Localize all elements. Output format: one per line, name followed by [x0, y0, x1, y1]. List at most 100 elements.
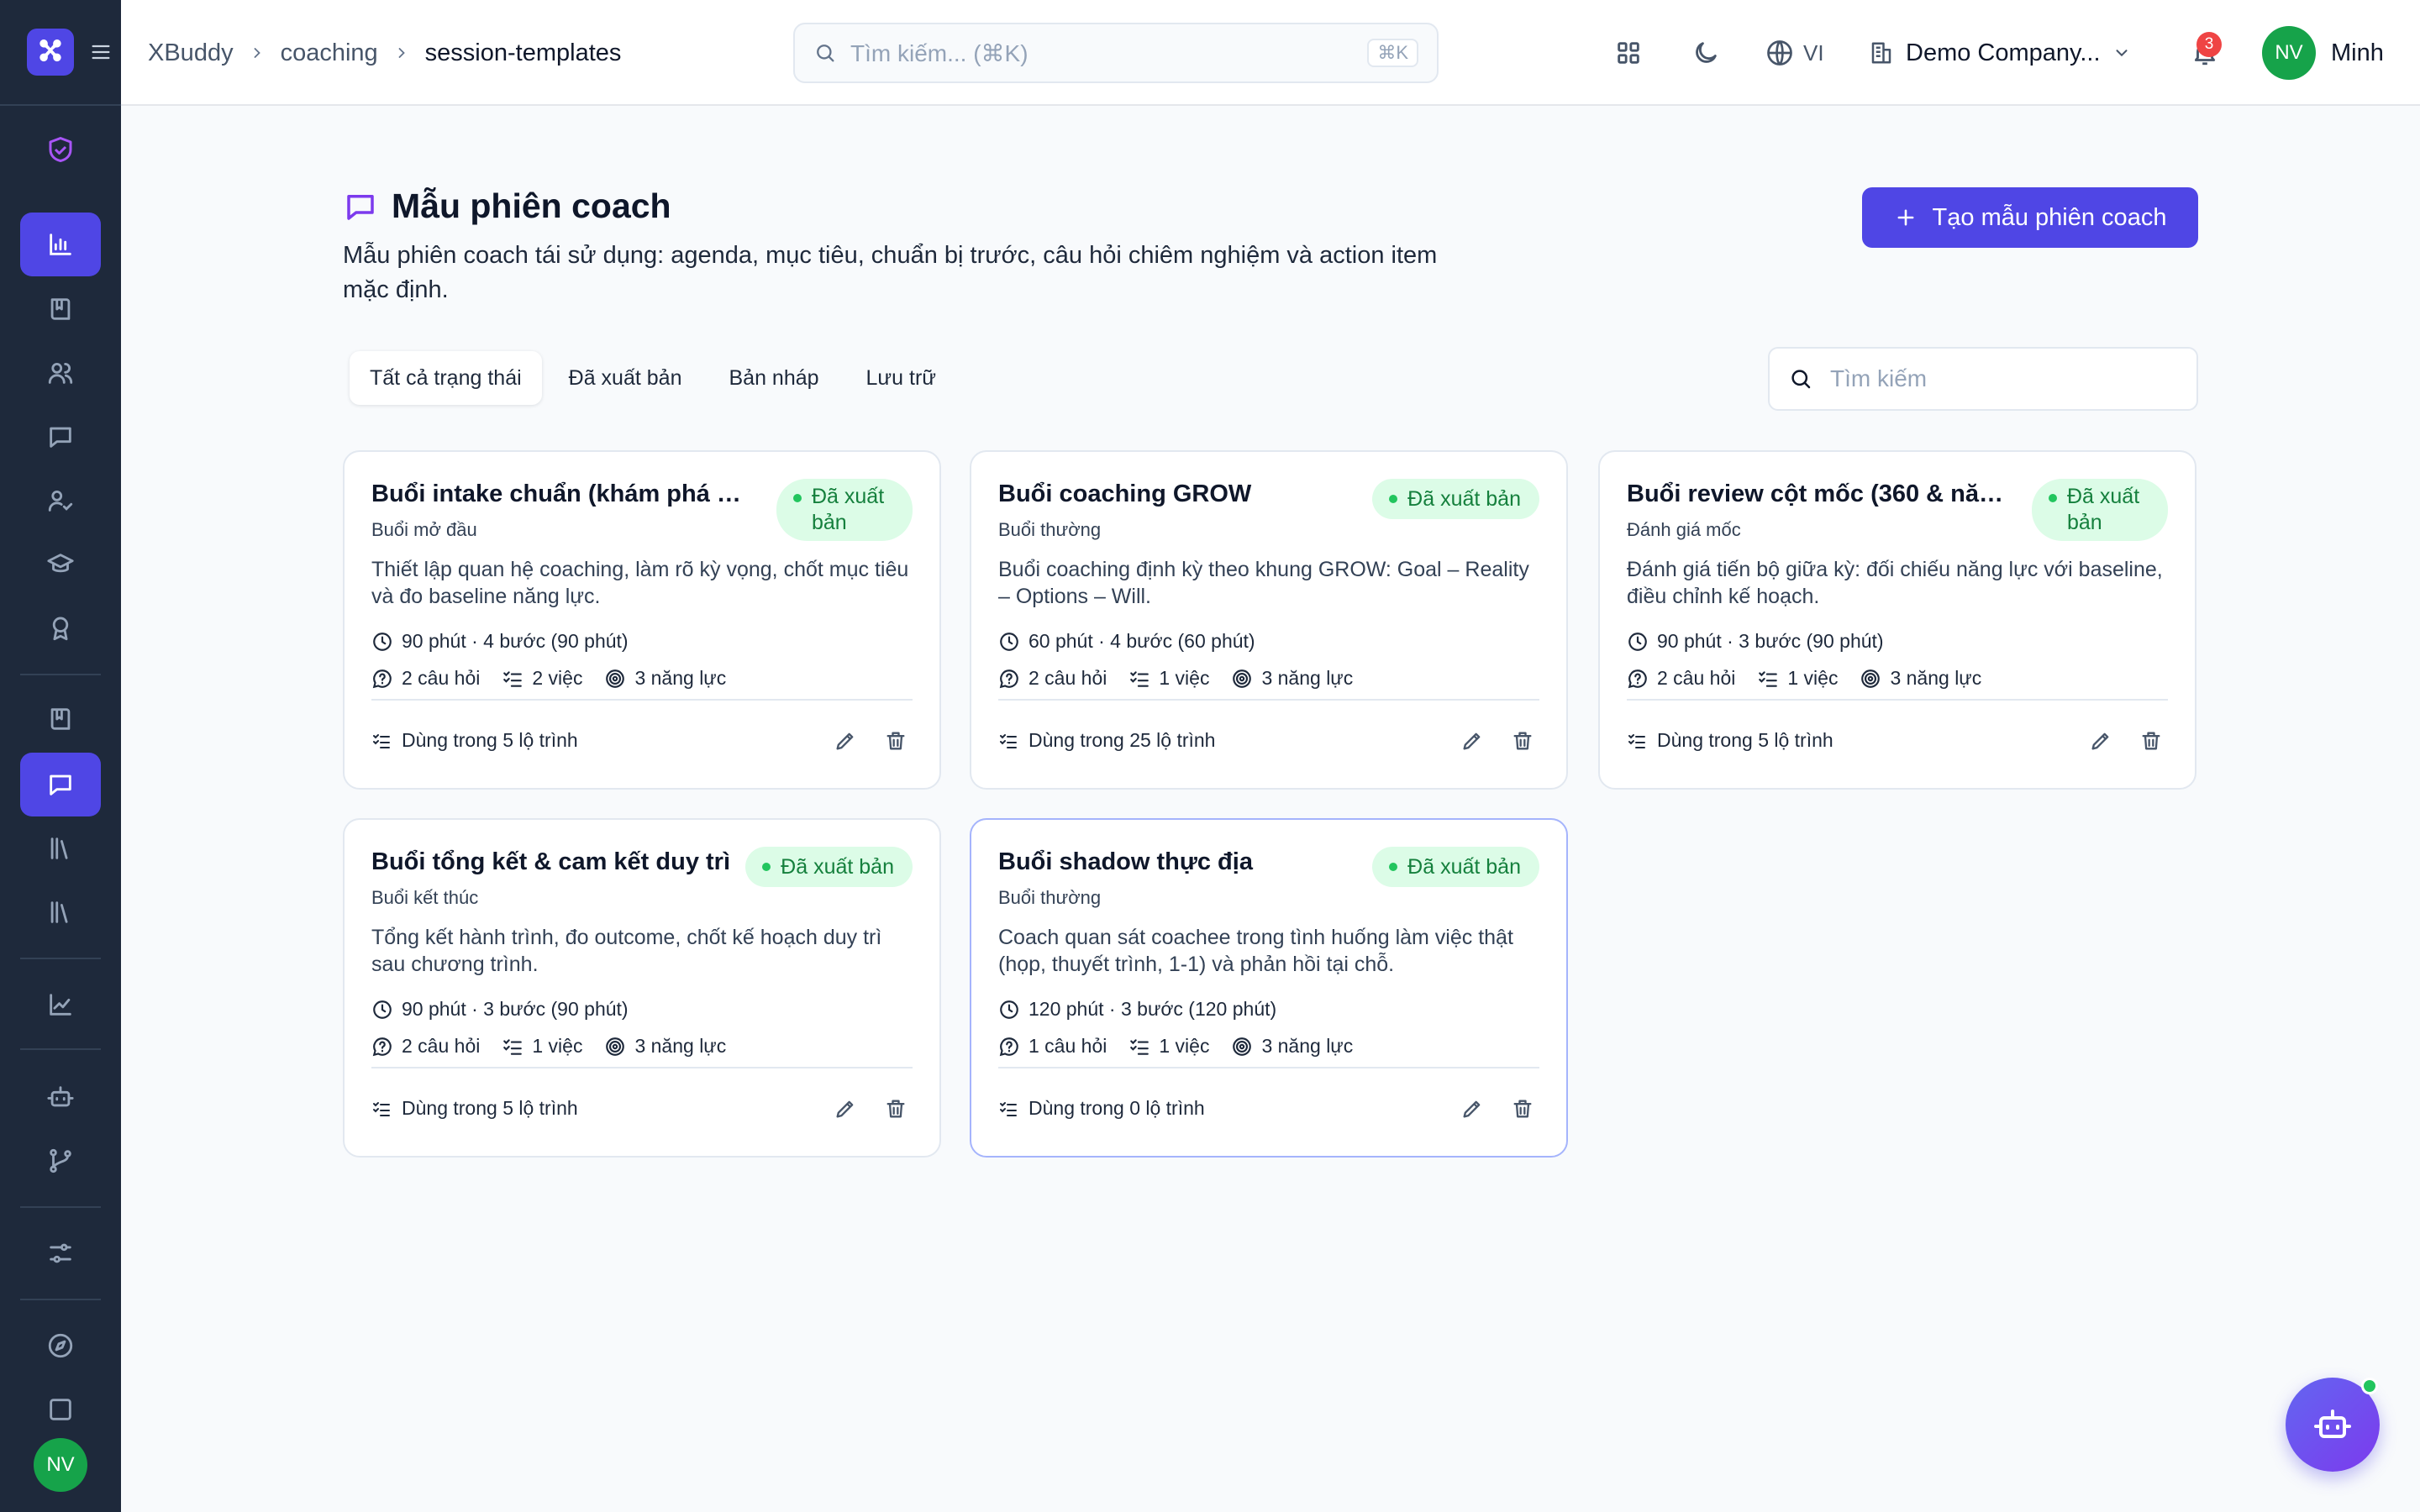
sidebar-item-messages[interactable] — [20, 405, 101, 469]
search-icon — [817, 45, 834, 62]
sidebar-item-awards[interactable] — [20, 596, 101, 660]
template-search-input[interactable]: Tìm kiếm — [1768, 347, 2198, 411]
delete-button[interactable] — [2134, 724, 2168, 758]
edit-button[interactable] — [1455, 724, 1489, 758]
competencies-text: 3 năng lực — [1261, 1035, 1354, 1057]
status-badge: Đã xuất bản — [2032, 479, 2168, 541]
sidebar-item-library-2[interactable] — [20, 880, 101, 944]
questions-text: 2 câu hỏi — [402, 667, 481, 689]
app-logo-icon[interactable] — [27, 29, 74, 76]
question-icon — [999, 669, 1018, 688]
card-divider — [371, 699, 913, 701]
card-usage: Dùng trong 5 lộ trình — [1627, 729, 1833, 752]
card-stats: 2 câu hỏi 1 việc 3 năng lực — [998, 667, 1353, 690]
sidebar-item-explore[interactable] — [20, 1314, 101, 1378]
bar-chart-icon — [50, 234, 71, 255]
language-label: VI — [1803, 39, 1824, 66]
delete-button[interactable] — [1506, 724, 1539, 758]
list-checks-icon — [1759, 670, 1778, 687]
company-name: Demo Company... — [1906, 39, 2101, 66]
edit-button[interactable] — [1455, 1092, 1489, 1126]
competencies-stat: 3 năng lực — [604, 667, 726, 690]
card-divider — [371, 1067, 913, 1068]
duration-text: 90 phút · 3 bước (90 phút) — [402, 998, 629, 1020]
company-switcher[interactable]: Demo Company... — [1869, 28, 2131, 78]
delete-button[interactable] — [879, 1092, 913, 1126]
pencil-icon — [1463, 1100, 1481, 1118]
questions-stat: 2 câu hỏi — [1627, 667, 1735, 690]
target-icon — [1233, 1037, 1252, 1056]
template-search-placeholder: Tìm kiếm — [1830, 365, 1928, 391]
list-checks-icon — [1130, 1038, 1150, 1055]
breadcrumb-item[interactable]: XBuddy — [148, 39, 234, 67]
sidebar-item-users[interactable] — [20, 341, 101, 405]
global-search-input[interactable]: Tìm kiếm... (⌘K) ⌘K — [793, 23, 1439, 83]
sidebar-item-library-1[interactable] — [20, 816, 101, 880]
line-chart-icon — [50, 994, 71, 1016]
sidebar-item-library-book[interactable] — [20, 687, 101, 751]
edit-button[interactable] — [2084, 724, 2118, 758]
card-session-type: Buổi mở đầu — [371, 519, 477, 540]
template-card[interactable]: Buổi shadow thực địa Đã xuất bản Buổi th… — [970, 818, 1568, 1158]
competencies-text: 3 năng lực — [1890, 667, 1982, 689]
page-description: Mẫu phiên coach tái sử dụng: agenda, mục… — [343, 242, 1438, 303]
filter-all[interactable]: Tất cả trạng thái — [350, 351, 542, 405]
delete-button[interactable] — [1506, 1092, 1539, 1126]
online-status-dot — [2361, 1378, 2378, 1394]
user-name: Minh — [2331, 39, 2384, 66]
delete-button[interactable] — [879, 724, 913, 758]
questions-text: 1 câu hỏi — [1028, 1035, 1107, 1057]
tasks-stat: 1 việc — [1757, 667, 1838, 690]
pencil-icon — [836, 732, 854, 750]
sidebar-item-settings[interactable] — [20, 1221, 101, 1285]
tasks-text: 2 việc — [532, 667, 583, 689]
create-template-button[interactable]: Tạo mẫu phiên coach — [1862, 187, 2198, 248]
edit-button[interactable] — [829, 1092, 862, 1126]
status-text: Đã xuất bản — [1407, 486, 1521, 511]
card-title[interactable]: Buổi coaching GROW — [998, 480, 1385, 508]
competencies-stat: 3 năng lực — [604, 1035, 726, 1058]
filter-archived[interactable]: Lưu trữ — [846, 351, 957, 405]
tasks-text: 1 việc — [1159, 1035, 1210, 1057]
competencies-stat: 3 năng lực — [1231, 667, 1353, 690]
competencies-stat: 3 năng lực — [1231, 1035, 1353, 1058]
card-description: Coach quan sát coachee trong tình huống … — [998, 926, 1513, 976]
card-title[interactable]: Buổi intake chuẩn (khám phá & thiết lập … — [371, 480, 758, 508]
list-checks-icon — [503, 670, 523, 687]
sidebar-item-session-templates[interactable] — [20, 753, 101, 816]
chevron-down-icon — [2116, 50, 2128, 57]
card-title[interactable]: Buổi review cột mốc (360 & năng lực giữa… — [1627, 480, 2013, 508]
sidebar-avatar[interactable]: NV — [34, 1438, 87, 1492]
status-filter-tabs: Tất cả trạng thái Đã xuất bản Bản nháp L… — [350, 351, 956, 405]
building-icon — [1871, 42, 1891, 64]
language-switcher[interactable]: VI — [1765, 28, 1824, 78]
apps-grid-icon[interactable] — [1608, 33, 1649, 73]
template-card[interactable]: Buổi coaching GROW Đã xuất bản Buổi thườ… — [970, 450, 1568, 790]
sidebar-item-user-check[interactable] — [20, 469, 101, 533]
sidebar-item-dashboard[interactable] — [20, 213, 101, 276]
card-duration: 90 phút · 3 bước (90 phút) — [1627, 630, 1884, 653]
user-menu[interactable]: NV Minh — [2262, 25, 2384, 81]
sidebar-item-square[interactable] — [20, 1378, 101, 1441]
menu-toggle-icon[interactable] — [86, 37, 116, 67]
tasks-stat: 1 việc — [502, 1035, 582, 1058]
plus-icon — [1897, 209, 1913, 226]
sidebar-header — [0, 0, 121, 106]
chevron-right-icon — [249, 45, 266, 61]
sidebar-item-workflow[interactable] — [20, 1129, 101, 1193]
template-card[interactable]: Buổi intake chuẩn (khám phá & thiết lập … — [343, 450, 941, 790]
card-title[interactable]: Buổi shadow thực địa — [998, 848, 1385, 876]
sidebar-item-bot[interactable] — [20, 1065, 101, 1129]
sidebar-item-courses[interactable] — [20, 533, 101, 596]
edit-button[interactable] — [829, 724, 862, 758]
template-card[interactable]: Buổi review cột mốc (360 & năng lực giữa… — [1598, 450, 2196, 790]
template-card[interactable]: Buổi tổng kết & cam kết duy trì Đã xuất … — [343, 818, 941, 1158]
moon-icon[interactable] — [1686, 33, 1726, 73]
sidebar-item-analytics[interactable] — [20, 973, 101, 1037]
card-title[interactable]: Buổi tổng kết & cam kết duy trì — [371, 848, 758, 876]
filter-draft[interactable]: Bản nháp — [708, 351, 839, 405]
breadcrumb-item[interactable]: coaching — [281, 39, 378, 67]
filter-published[interactable]: Đã xuất bản — [549, 351, 702, 405]
sidebar-item-book[interactable] — [20, 277, 101, 341]
shield-icon[interactable] — [20, 118, 101, 181]
